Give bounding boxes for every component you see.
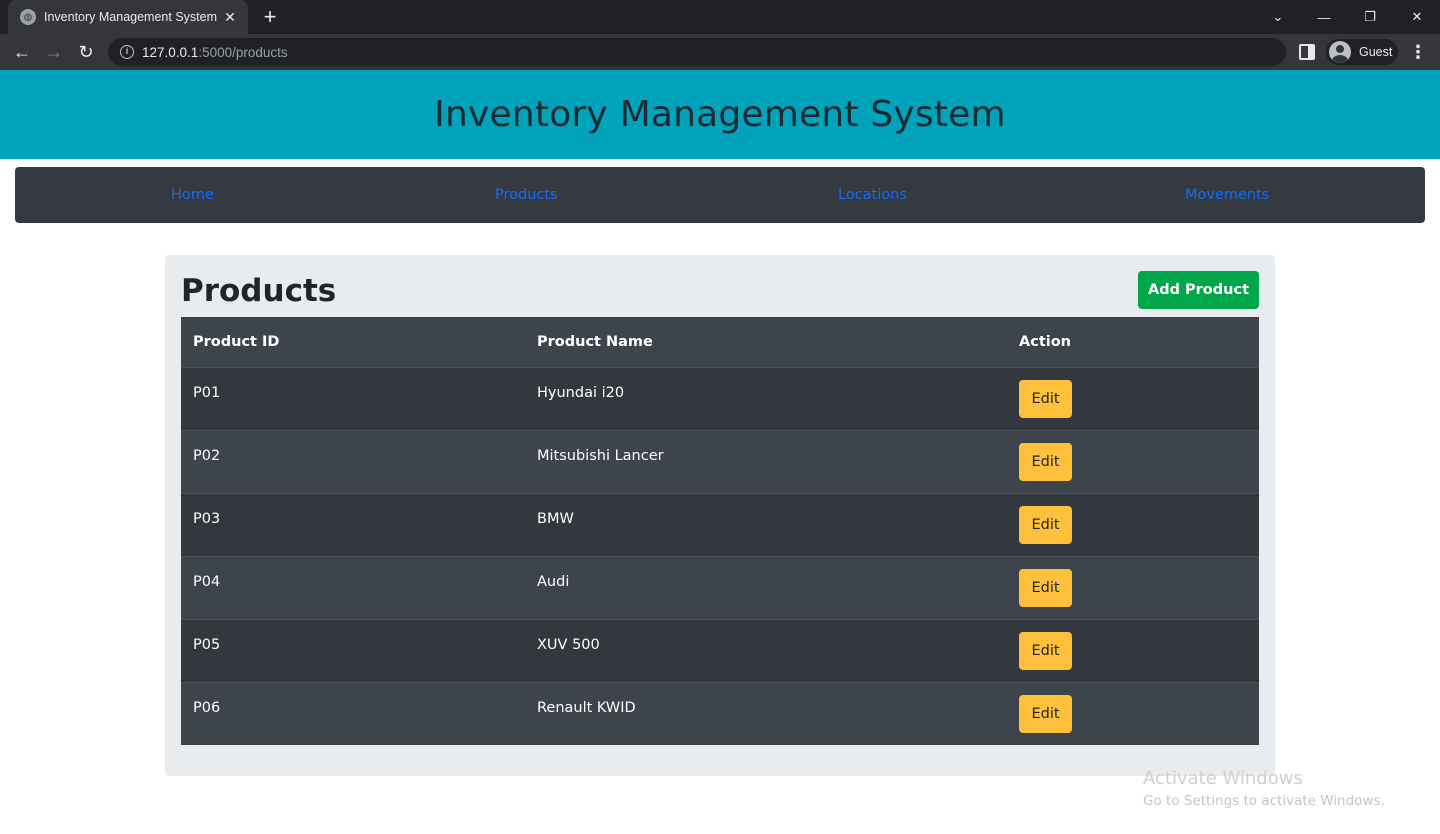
- add-product-button[interactable]: Add Product: [1138, 271, 1259, 309]
- column-header-action: Action: [1019, 334, 1072, 350]
- table-row: P06 Renault KWID Edit: [181, 682, 1259, 745]
- page-content: Inventory Management System Home Product…: [0, 70, 1440, 834]
- site-info-icon[interactable]: i: [120, 45, 134, 59]
- products-table: Product ID Product Name Action P01 Hyund…: [181, 317, 1259, 745]
- new-tab-icon[interactable]: +: [258, 5, 282, 29]
- url-host: 127.0.0.1: [142, 44, 199, 60]
- product-id-cell: P01: [193, 385, 221, 401]
- profile-label: Guest: [1359, 45, 1393, 59]
- column-header-product-name: Product Name: [537, 334, 653, 350]
- product-name-cell: Renault KWID: [537, 700, 636, 716]
- product-id-cell: P05: [193, 637, 221, 653]
- browser-toolbar: ← → ↻ i 127.0.0.1:5000/products Guest ⋮: [0, 34, 1440, 70]
- minimize-icon[interactable]: —: [1301, 0, 1347, 34]
- profile-button[interactable]: Guest: [1326, 39, 1398, 65]
- watermark-title: Activate Windows: [1143, 768, 1303, 789]
- table-row: P03 BMW Edit: [181, 493, 1259, 556]
- table-row: P05 XUV 500 Edit: [181, 619, 1259, 682]
- product-name-cell: Mitsubishi Lancer: [537, 448, 664, 464]
- product-id-cell: P06: [193, 700, 221, 716]
- more-menu-icon[interactable]: ⋮: [1408, 40, 1428, 64]
- edit-button[interactable]: Edit: [1019, 569, 1072, 607]
- products-card: Products Add Product Product ID Product …: [165, 255, 1275, 776]
- column-header-product-id: Product ID: [193, 334, 280, 350]
- browser-tab-strip: ◍ Inventory Management System ✕ + ⌄ — ❐ …: [0, 0, 1440, 34]
- nav-link-locations[interactable]: Locations: [838, 167, 907, 223]
- edit-button[interactable]: Edit: [1019, 380, 1072, 418]
- table-header: Product ID Product Name Action: [181, 317, 1259, 367]
- activation-watermark: Activate Windows Go to Settings to activ…: [1143, 768, 1385, 809]
- table-row: P02 Mitsubishi Lancer Edit: [181, 430, 1259, 493]
- nav-link-products[interactable]: Products: [495, 167, 558, 223]
- edit-button[interactable]: Edit: [1019, 506, 1072, 544]
- tab-search-icon[interactable]: ⌄: [1255, 0, 1301, 34]
- edit-button[interactable]: Edit: [1019, 632, 1072, 670]
- browser-tab[interactable]: ◍ Inventory Management System ✕: [8, 0, 248, 34]
- page-title: Products: [181, 273, 337, 309]
- site-title: Inventory Management System: [434, 94, 1006, 135]
- product-id-cell: P04: [193, 574, 221, 590]
- product-id-cell: P03: [193, 511, 221, 527]
- product-name-cell: XUV 500: [537, 637, 600, 653]
- product-name-cell: Hyundai i20: [537, 385, 625, 401]
- reload-icon[interactable]: ↻: [74, 40, 98, 64]
- side-panel-icon[interactable]: [1299, 44, 1315, 60]
- edit-button[interactable]: Edit: [1019, 443, 1072, 481]
- watermark-subtitle: Go to Settings to activate Windows.: [1143, 793, 1385, 809]
- main-navbar: Home Products Locations Movements: [15, 167, 1425, 223]
- close-tab-icon[interactable]: ✕: [222, 9, 238, 26]
- tab-title: Inventory Management System: [44, 10, 217, 24]
- product-id-cell: P02: [193, 448, 221, 464]
- nav-link-home[interactable]: Home: [171, 167, 214, 223]
- address-bar[interactable]: i 127.0.0.1:5000/products: [108, 38, 1286, 66]
- edit-button[interactable]: Edit: [1019, 695, 1072, 733]
- close-window-icon[interactable]: ✕: [1394, 0, 1440, 34]
- nav-link-movements[interactable]: Movements: [1185, 167, 1269, 223]
- table-row: P04 Audi Edit: [181, 556, 1259, 619]
- back-icon[interactable]: ←: [10, 40, 34, 64]
- product-name-cell: BMW: [537, 511, 574, 527]
- restore-icon[interactable]: ❐: [1347, 0, 1393, 34]
- url-path: :5000/products: [198, 44, 288, 60]
- product-name-cell: Audi: [537, 574, 570, 590]
- forward-icon[interactable]: →: [42, 40, 66, 64]
- globe-icon: ◍: [20, 9, 36, 25]
- table-row: P01 Hyundai i20 Edit: [181, 367, 1259, 430]
- avatar-icon: [1329, 41, 1351, 63]
- site-header: Inventory Management System: [0, 70, 1440, 159]
